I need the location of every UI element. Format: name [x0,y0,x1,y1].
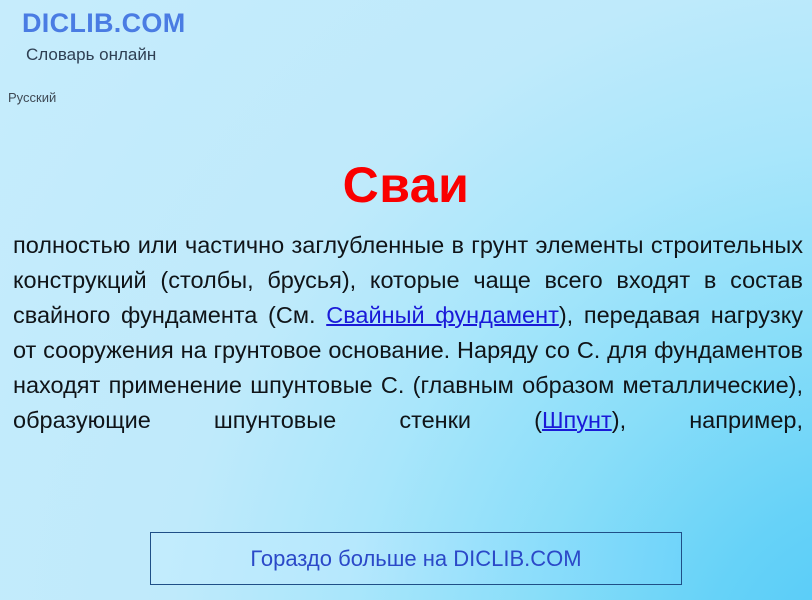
site-logo[interactable]: DICLIB.COM [22,10,185,37]
link-shpunt[interactable]: Шпунт [542,407,612,433]
more-on-diclib-button-label: Гораздо больше на DICLIB.COM [250,545,582,571]
definition-text: полностью или частично заглубленные в гр… [13,228,803,508]
definition-part-3: ), например, [611,407,803,433]
language-label[interactable]: Русский [8,91,56,104]
page-title: Сваи [342,156,470,213]
more-on-diclib-button[interactable]: Гораздо больше на DICLIB.COM [150,532,682,585]
link-svayny-fundament[interactable]: Свайный фундамент [326,302,559,328]
page-root: DICLIB.COM Словарь онлайн Русский Сваи п… [0,0,812,600]
site-tagline: Словарь онлайн [26,45,157,64]
